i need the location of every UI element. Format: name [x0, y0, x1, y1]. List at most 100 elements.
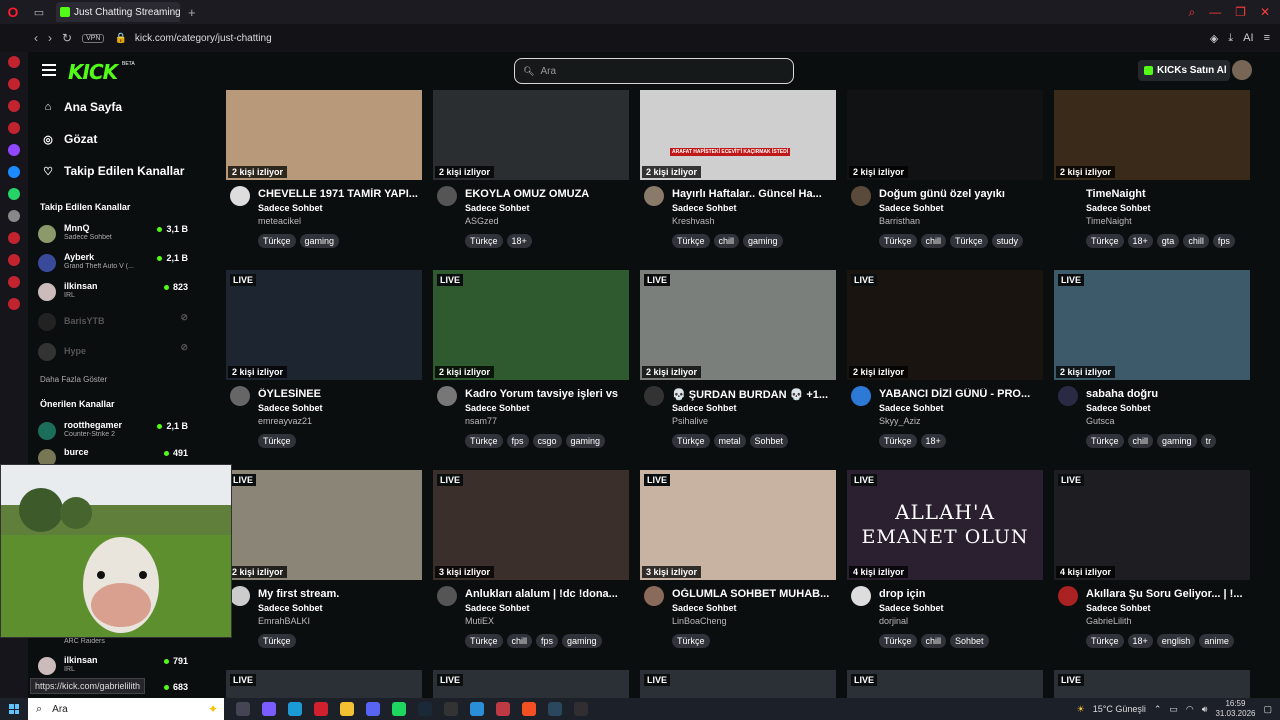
stream-thumbnail[interactable]: LIVE 2 kişi izliyor [640, 270, 836, 380]
stream-thumbnail[interactable]: LIVE 2 kişi izliyor [226, 470, 422, 580]
stream-title[interactable]: ÖYLESİNEE [258, 388, 420, 400]
avatar[interactable] [230, 186, 250, 206]
tag-chip[interactable]: Türkçe [258, 634, 296, 648]
stream-category[interactable]: Sadece Sohbet [1086, 203, 1151, 213]
stream-title[interactable]: Kadro Yorum tavsiye işleri vs [465, 388, 627, 400]
weather-icon[interactable]: ☀ [1077, 704, 1085, 715]
stream-category[interactable]: Sadece Sohbet [879, 403, 944, 413]
file-explorer-icon[interactable] [340, 702, 354, 716]
search-input[interactable]: 🔍︎ Ara [514, 58, 794, 84]
stream-category[interactable]: Sadece Sohbet [1086, 403, 1151, 413]
stream-card[interactable]: LIVE 2 kişi izliyor YABANCI DİZİ GÜNÜ - PR… [847, 270, 1043, 462]
show-more-link[interactable]: Daha Fazla Göster [40, 375, 107, 384]
hamburger-menu-icon[interactable] [42, 64, 56, 76]
stream-category[interactable]: Sadece Sohbet [672, 203, 737, 213]
avatar[interactable] [437, 386, 457, 406]
tag-chip[interactable]: gta [1156, 234, 1180, 248]
stream-title[interactable]: YABANCI DİZİ GÜNÜ - PRO... [879, 388, 1041, 400]
channel-name[interactable]: ASGzed [465, 216, 499, 226]
avatar[interactable] [1058, 386, 1078, 406]
sidebar-item-browse[interactable]: ◎ Gözat [42, 132, 97, 146]
channel-name[interactable]: TimeNaight [1086, 216, 1132, 226]
channel-name[interactable]: nsam77 [465, 416, 497, 426]
stream-card[interactable]: LIVE 4 kişi izliyor ALLAH'A EMANET OLUN drop… [847, 470, 1043, 662]
tag-chip[interactable]: Türkçe [465, 634, 503, 648]
close-window-icon[interactable]: ✕ [1260, 5, 1270, 20]
stream-thumbnail[interactable]: LIVE 3 kişi izliyor [433, 470, 629, 580]
stream-thumbnail[interactable]: 2 kişi izliyor [847, 90, 1043, 180]
tag-chip[interactable]: Türkçe [672, 434, 710, 448]
avatar[interactable] [644, 386, 664, 406]
tag-chip[interactable]: gaming [743, 234, 783, 248]
stream-thumbnail[interactable]: LIVE 2 kişi izliyor [847, 270, 1043, 380]
tag-chip[interactable]: Türkçe [879, 234, 917, 248]
tag-chip[interactable]: gaming [1157, 434, 1197, 448]
stream-category[interactable]: Sadece Sohbet [465, 403, 530, 413]
followed-channel-offline[interactable]: BarisYTB ⊘ [38, 311, 188, 333]
tag-chip[interactable]: Türkçe [1086, 234, 1124, 248]
start-button[interactable] [0, 698, 28, 720]
profile-icon[interactable]: ◈ [1210, 32, 1218, 45]
channel-name[interactable]: EmrahBALKI [258, 616, 310, 626]
volume-icon[interactable]: 🔊︎ [1202, 704, 1208, 715]
vpn-icon[interactable] [8, 276, 20, 288]
steam-icon-2[interactable] [548, 702, 562, 716]
stream-title[interactable]: sabaha doğru [1086, 388, 1248, 400]
clock[interactable]: 16:59 31.03.2026 [1215, 699, 1255, 719]
tag-chip[interactable]: tr [1200, 434, 1217, 448]
stream-thumbnail[interactable]: LIVE [433, 670, 629, 698]
menu-icon[interactable]: ≡ [1264, 32, 1270, 45]
vpn-badge[interactable]: VPN [82, 33, 105, 43]
channel-name[interactable]: Barristhan [879, 216, 920, 226]
tag-chip[interactable]: 18+ [920, 434, 946, 448]
sidebar-item-following[interactable]: ♡ Takip Edilen Kanallar [42, 164, 184, 178]
tag-chip[interactable]: Türkçe [1086, 434, 1124, 448]
avatar[interactable] [644, 586, 664, 606]
tag-chip[interactable]: Türkçe [258, 234, 296, 248]
recommended-channel[interactable]: ilkinsan IRL 791 [38, 655, 188, 677]
tag-chip[interactable]: csgo [532, 434, 562, 448]
stream-title[interactable]: Hayırlı Haftalar.. Güncel Ha... [672, 188, 834, 200]
stream-title[interactable]: TimeNaight [1086, 188, 1248, 200]
ai-button[interactable]: AI [1243, 32, 1253, 45]
stream-category[interactable]: Sadece Sohbet [258, 203, 323, 213]
stream-thumbnail[interactable]: 2 kişi izliyor [226, 90, 422, 180]
new-tab-icon[interactable]: + [188, 5, 196, 20]
tag-chip[interactable]: gaming [565, 434, 606, 448]
epic-games-icon[interactable] [444, 702, 458, 716]
valorant-icon[interactable] [496, 702, 510, 716]
tag-chip[interactable]: chill [1127, 434, 1154, 448]
stream-title[interactable]: Akıllara Şu Soru Geliyor... | !... [1086, 588, 1248, 600]
taskbar-search-input[interactable]: ⌕ Ara ✦ [28, 698, 224, 720]
stream-thumbnail[interactable]: LIVE 2 kişi izliyor [226, 270, 422, 380]
stream-thumbnail[interactable]: LIVE [1054, 670, 1250, 698]
tag-chip[interactable]: Türkçe [465, 234, 503, 248]
tag-chip[interactable]: chill [1183, 234, 1209, 248]
stream-category[interactable]: Sadece Sohbet [465, 603, 530, 613]
avatar[interactable] [437, 186, 457, 206]
copilot-icon[interactable] [262, 702, 276, 716]
channel-name[interactable]: dorjinal [879, 616, 908, 626]
shopping-icon[interactable] [8, 78, 20, 90]
tag-chip[interactable]: gaming [562, 634, 602, 648]
stream-card[interactable]: 2 kişi izliyor ARAFAT HAPİSTEKİ ECEVİT'İ … [640, 90, 836, 282]
news-icon[interactable] [8, 122, 20, 134]
stream-category[interactable]: Sadece Sohbet [672, 403, 737, 413]
twitch-icon[interactable] [8, 144, 20, 156]
download-icon[interactable]: ⤓ [1228, 32, 1233, 45]
tag-chip[interactable]: study [991, 234, 1024, 248]
tag-chip[interactable]: Türkçe [672, 234, 710, 248]
wallet-icon[interactable] [8, 100, 20, 112]
stream-title[interactable]: CHEVELLE 1971 TAMİR YAPI... [258, 188, 420, 200]
avatar[interactable] [437, 586, 457, 606]
picture-in-picture-video[interactable] [0, 464, 232, 638]
stream-card[interactable]: LIVE 2 kişi izliyor Kadro Yorum tavsiye iş… [433, 270, 629, 462]
stream-thumbnail[interactable]: 2 kişi izliyor [1054, 90, 1250, 180]
avatar[interactable] [1058, 186, 1078, 206]
music-icon[interactable] [8, 254, 20, 266]
tag-chip[interactable]: Sohbet [950, 634, 989, 648]
tag-chip[interactable]: Türkçe [950, 234, 988, 248]
tag-chip[interactable]: Türkçe [258, 434, 296, 448]
user-avatar[interactable] [1232, 60, 1252, 80]
wifi-icon[interactable]: ◠ [1186, 704, 1194, 715]
